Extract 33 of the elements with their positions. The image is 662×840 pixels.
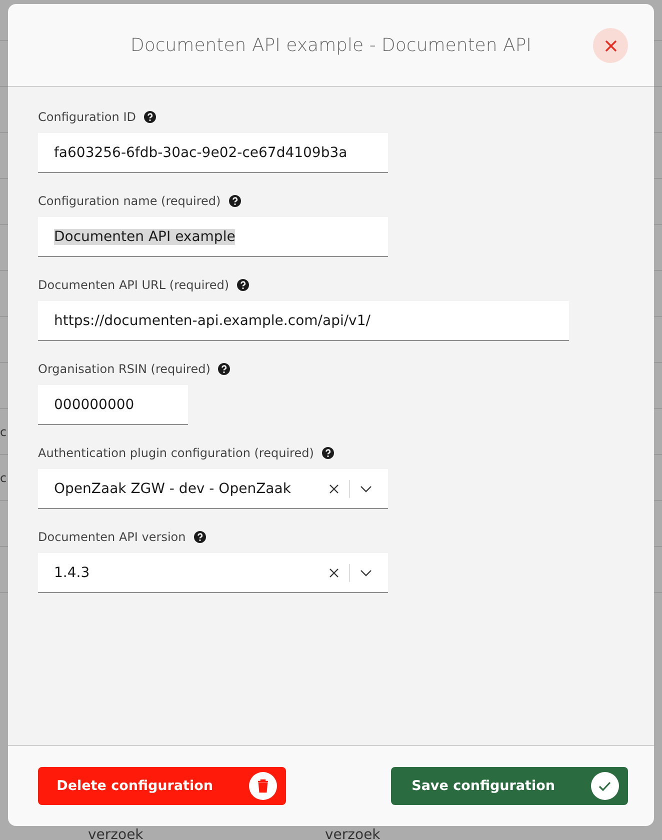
help-icon[interactable]: [144, 111, 156, 123]
chevron-down-icon[interactable]: [360, 484, 372, 492]
close-button[interactable]: [593, 28, 628, 63]
delete-button[interactable]: Delete configuration: [38, 767, 286, 805]
table-cell-text: c: [0, 424, 7, 438]
input-field[interactable]: https://documenten-api.example.com/api/v1/: [38, 301, 569, 341]
input-field[interactable]: 000000000: [38, 385, 188, 425]
trash-icon: [249, 772, 277, 800]
help-icon[interactable]: [218, 363, 230, 375]
clear-icon[interactable]: [329, 568, 339, 578]
field-label: Documenten API URL (required): [38, 278, 230, 292]
input-field[interactable]: Documenten API example: [38, 217, 388, 257]
table-cell-text: verzoek: [88, 827, 144, 840]
table-cell-text: verzoek: [325, 827, 380, 840]
field-label: Configuration name (required): [38, 194, 221, 208]
help-icon[interactable]: [228, 195, 241, 207]
chevron-down-icon[interactable]: [360, 568, 372, 576]
field-label: Organisation RSIN (required): [38, 362, 210, 376]
field-label: Authentication plugin configuration (required): [38, 446, 314, 460]
help-icon[interactable]: [194, 531, 206, 543]
help-icon[interactable]: [237, 279, 250, 291]
close-icon: [604, 40, 616, 52]
save-button[interactable]: Save configuration: [391, 767, 628, 805]
table-cell-text: c: [0, 470, 7, 484]
select-field[interactable]: OpenZaak ZGW - dev - OpenZaak: [38, 469, 388, 509]
help-icon[interactable]: [322, 447, 334, 459]
checkmark-icon: [591, 772, 619, 800]
select-field[interactable]: 1.4.3: [38, 553, 388, 593]
field-label: Configuration ID: [38, 110, 136, 124]
clear-icon[interactable]: [329, 484, 339, 494]
dialog-title: Documenten API example - Documenten API: [130, 34, 532, 56]
input-field[interactable]: fa603256-6fdb-30ac-9e02-ce67d4109b3a: [38, 133, 388, 173]
field-label: Documenten API version: [38, 530, 186, 544]
